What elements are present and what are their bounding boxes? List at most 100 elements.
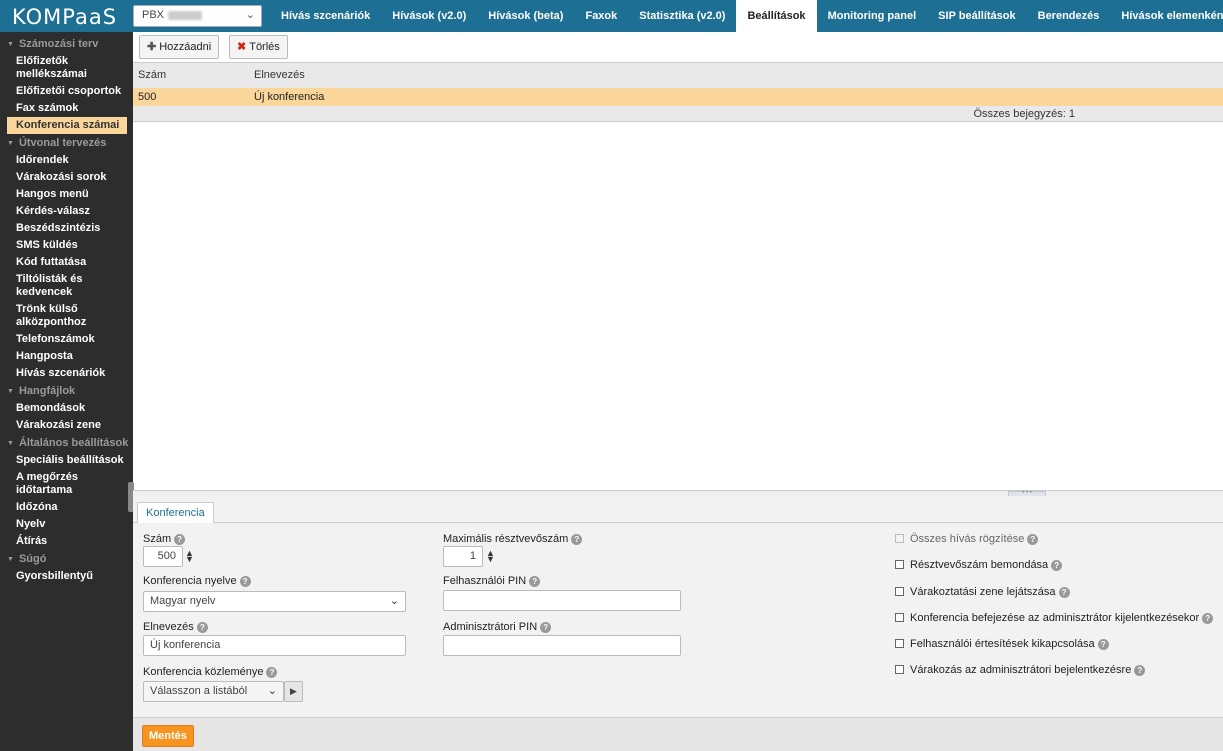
column-header-elnevezes[interactable]: Elnevezés <box>254 69 305 81</box>
tab-monitoring-panel[interactable]: Monitoring panel <box>817 0 928 32</box>
tab-hivasok-elemenkent[interactable]: Hívások elemenként <box>1110 0 1223 32</box>
kozlemeny-label: Konferencia közleménye? <box>143 666 278 678</box>
sidebar-item-specialis-beallitasok[interactable]: Speciális beállítások <box>0 452 133 469</box>
help-icon[interactable]: ? <box>1051 560 1063 571</box>
collapse-triangle-icon: ▼ <box>7 140 14 147</box>
tab-hivasok-v2[interactable]: Hívások (v2.0) <box>381 0 477 32</box>
column-header-szam[interactable]: Szám <box>138 69 166 81</box>
sidebar-item-tronk[interactable]: Trönk külső alközponthoz <box>0 301 133 331</box>
user-pin-label: Felhasználói PIN? <box>443 575 541 587</box>
tab-statisztika[interactable]: Statisztika (v2.0) <box>628 0 736 32</box>
checkbox-ertesitesek-kikapcsolasa[interactable]: Felhasználói értesítések kikapcsolása? <box>895 638 1109 650</box>
admin-pin-field[interactable] <box>443 635 681 656</box>
sidebar-group-utvonal-tervezes[interactable]: ▼ Útvonal tervezés <box>0 134 133 152</box>
detail-panel: Konferencia Szám? 500 ▲ ▼ Konferencia nye… <box>133 496 1223 751</box>
pbx-select[interactable]: PBX ⌄ <box>133 5 262 27</box>
sidebar-item-telefonszamok[interactable]: Telefonszámok <box>0 331 133 348</box>
sidebar-item-bemondasok[interactable]: Bemondások <box>0 400 133 417</box>
help-icon[interactable]: ? <box>529 576 541 587</box>
help-icon[interactable]: ? <box>540 622 552 633</box>
sidebar-group-altalanos-beallitasok[interactable]: ▼ Általános beállítások <box>0 434 133 452</box>
user-pin-field[interactable] <box>443 590 681 611</box>
max-resztvevo-field[interactable]: 1 <box>443 546 483 567</box>
sidebar-item-nyelv[interactable]: Nyelv <box>0 516 133 533</box>
checkbox-resztvevoszam-bemondasa[interactable]: Résztvevőszám bemondása? <box>895 559 1063 571</box>
help-icon[interactable]: ? <box>266 667 278 678</box>
nyelv-select[interactable]: Magyar nyelv ⌄ <box>143 591 406 612</box>
sidebar-item-varakozasi-sorok[interactable]: Várakozási sorok <box>0 169 133 186</box>
collapse-triangle-icon: ▼ <box>7 440 14 447</box>
sidebar-item-hivas-szcenariok[interactable]: Hívás szcenáriók <box>0 365 133 382</box>
help-icon[interactable]: ? <box>1027 534 1039 545</box>
admin-pin-label: Adminisztrátori PIN? <box>443 621 552 633</box>
kozlemeny-select[interactable]: Válasszon a listából ⌄ <box>143 681 284 702</box>
sidebar-item-megorzes-idotartama[interactable]: A megőrzés időtartama <box>0 469 133 499</box>
help-icon[interactable]: ? <box>571 534 583 545</box>
chevron-down-icon: ⌄ <box>267 685 277 697</box>
sidebar-item-idozona[interactable]: Időzóna <box>0 499 133 516</box>
plus-icon: ✚ <box>147 41 157 53</box>
save-bar: Mentés <box>133 717 1223 751</box>
tab-sip-beallitasok[interactable]: SIP beállítások <box>927 0 1026 32</box>
pbx-name-redacted <box>168 10 203 20</box>
total-count: Összes bejegyzés: 1 <box>973 108 1076 120</box>
sidebar-item-tiltolistak[interactable]: Tiltólisták és kedvencek <box>0 271 133 301</box>
sidebar: ▼ Számozási terv Előfizetők mellékszámai … <box>0 32 134 751</box>
szam-field[interactable]: 500 <box>143 546 183 567</box>
help-icon[interactable]: ? <box>239 576 251 587</box>
delete-button[interactable]: ✖ Törlés <box>229 35 288 59</box>
sidebar-item-kerdes-valasz[interactable]: Kérdés-válasz <box>0 203 133 220</box>
sidebar-item-varakozasi-zene[interactable]: Várakozási zene <box>0 417 133 434</box>
cell-elnevezes: Új konferencia <box>254 91 325 103</box>
grid-header: Szám Elnevezés <box>133 62 1223 88</box>
sidebar-item-beszedszintezis[interactable]: Beszédszintézis <box>0 220 133 237</box>
sidebar-item-fax-szamok[interactable]: Fax számok <box>0 100 133 117</box>
sidebar-group-hangfajlok[interactable]: ▼ Hangfájlok <box>0 382 133 400</box>
grid-footer: Összes bejegyzés: 1 <box>133 106 1223 122</box>
sidebar-item-atiras[interactable]: Átírás <box>0 533 133 550</box>
tab-hivasok-beta[interactable]: Hívások (beta) <box>477 0 574 32</box>
elnevezes-label: Elnevezés? <box>143 621 208 633</box>
sidebar-item-hangos-menu[interactable]: Hangos menü <box>0 186 133 203</box>
spinner-arrows-icon[interactable]: ▲ ▼ <box>486 549 495 564</box>
tab-faxok[interactable]: Faxok <box>574 0 628 32</box>
sidebar-item-sms-kuldes[interactable]: SMS küldés <box>0 237 133 254</box>
sidebar-item-hangposta[interactable]: Hangposta <box>0 348 133 365</box>
sidebar-group-sugo[interactable]: ▼ Súgó <box>0 550 133 568</box>
help-icon[interactable]: ? <box>1202 613 1214 624</box>
checkbox-varakozas-admin[interactable]: Várakozás az adminisztrátori bejelentkez… <box>895 664 1146 676</box>
sidebar-item-elofizetok-mellekszamai[interactable]: Előfizetők mellékszámai <box>0 53 133 83</box>
help-icon[interactable]: ? <box>174 534 186 545</box>
sidebar-item-gyorsbillentyu[interactable]: Gyorsbillentyű <box>0 568 133 585</box>
max-resztvevo-label: Maximális résztvevőszám? <box>443 533 583 545</box>
spinner-arrows-icon[interactable]: ▲ ▼ <box>185 549 194 564</box>
sidebar-item-konferencia-szamai[interactable]: Konferencia számai <box>7 117 127 134</box>
grid-toolbar: ✚ Hozzáadni ✖ Törlés <box>133 32 1223 62</box>
pbx-label: PBX <box>142 9 165 21</box>
save-button[interactable]: Mentés <box>142 725 194 747</box>
tab-beallitasok[interactable]: Beállítások <box>736 0 817 32</box>
tab-hivas-szcenariok[interactable]: Hívás szcenáriók <box>270 0 381 32</box>
close-icon: ✖ <box>237 41 247 53</box>
elnevezes-field[interactable]: Új konferencia <box>143 635 406 656</box>
help-icon[interactable]: ? <box>1134 665 1146 676</box>
tab-konferencia[interactable]: Konferencia <box>137 502 214 523</box>
szam-label: Szám? <box>143 533 186 545</box>
collapse-triangle-icon: ▼ <box>7 41 14 48</box>
sidebar-item-elofizetoi-csoportok[interactable]: Előfizetői csoportok <box>0 83 133 100</box>
chevron-down-icon: ⌄ <box>389 595 399 607</box>
play-icon[interactable]: ▶ <box>284 681 303 702</box>
sidebar-item-idorendek[interactable]: Időrendek <box>0 152 133 169</box>
table-row[interactable]: 500 Új konferencia <box>133 88 1223 106</box>
help-icon[interactable]: ? <box>196 622 208 633</box>
app-logo[interactable]: KOMPaaS <box>12 5 117 29</box>
tab-berendezes[interactable]: Berendezés <box>1027 0 1111 32</box>
checkbox-konferencia-befejezese[interactable]: Konferencia befejezése az adminisztrátor… <box>895 612 1214 624</box>
help-icon[interactable]: ? <box>1058 587 1070 598</box>
sidebar-group-szamozasi-terv[interactable]: ▼ Számozási terv <box>0 35 133 53</box>
help-icon[interactable]: ? <box>1097 639 1109 650</box>
add-button[interactable]: ✚ Hozzáadni <box>139 35 220 59</box>
checkbox-varakoztatasi-zene[interactable]: Várakoztatási zene lejátszása? <box>895 586 1070 598</box>
sidebar-item-kod-futtatasa[interactable]: Kód futtatása <box>0 254 133 271</box>
checkbox-osszes-hivas-rogzitese[interactable]: Összes hívás rögzítése? <box>895 533 1039 545</box>
